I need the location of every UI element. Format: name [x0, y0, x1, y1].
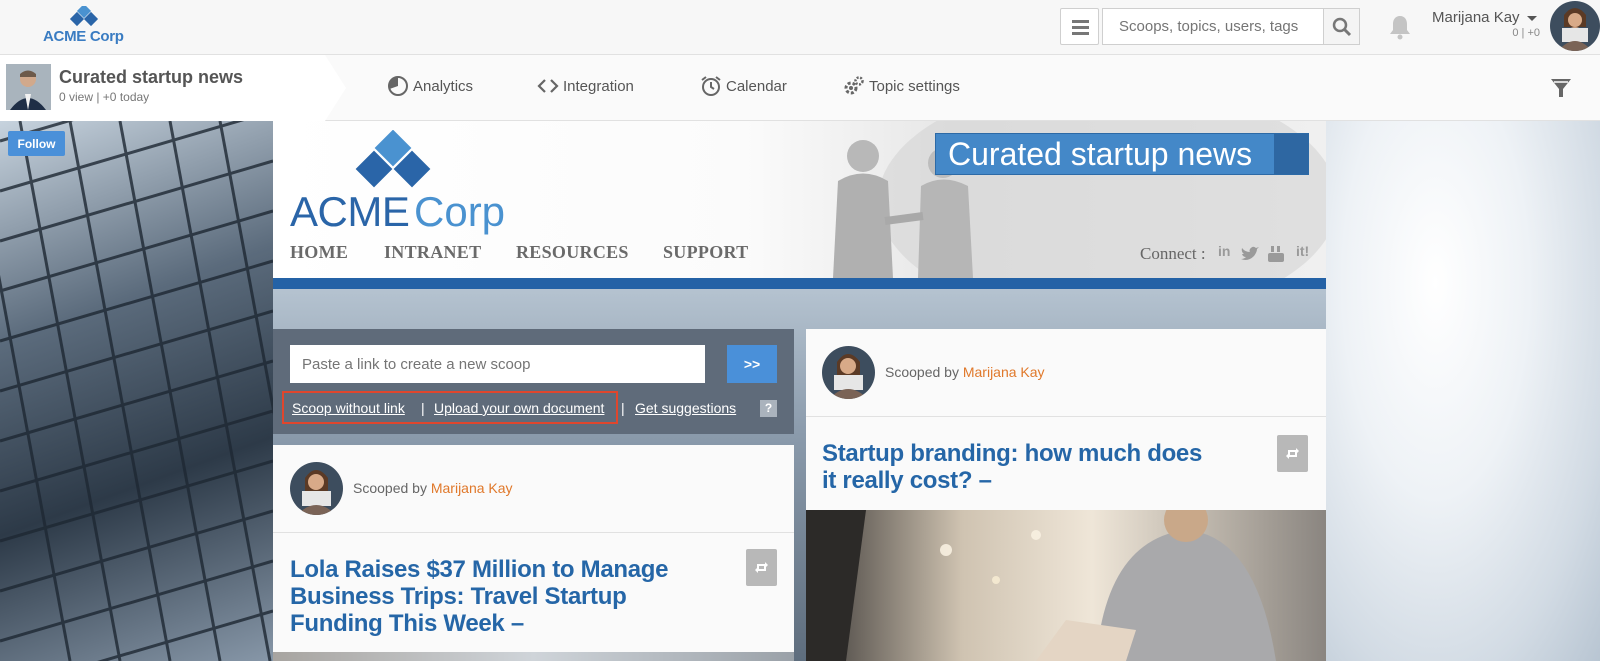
notification-bell-icon[interactable]: [1386, 13, 1414, 41]
post-image[interactable]: [273, 652, 794, 661]
rescoop-button[interactable]: [746, 549, 777, 586]
topic-stats: 0 view | +0 today: [59, 90, 150, 104]
search-button[interactable]: [1323, 8, 1360, 45]
sky-background-image: [1326, 121, 1600, 661]
rescoop-icon: [1286, 448, 1299, 459]
analytics-nav[interactable]: Analytics: [387, 75, 473, 97]
rescoop-icon: [755, 562, 768, 573]
alarm-clock-icon: [701, 76, 721, 96]
topic-header[interactable]: Curated startup news 0 view | +0 today: [0, 55, 346, 121]
scooped-by-text: Scooped by Marijana Kay: [885, 364, 1045, 380]
rescoop-button[interactable]: [1277, 435, 1308, 472]
separator: |: [621, 400, 625, 416]
calendar-label: Calendar: [726, 77, 787, 95]
follow-button[interactable]: Follow: [8, 131, 65, 156]
post-title-line: Startup branding: how much does: [822, 440, 1203, 467]
scooped-by-text: Scooped by Marijana Kay: [353, 480, 513, 496]
building-background-image: [0, 121, 273, 661]
post-image[interactable]: [806, 510, 1326, 661]
youtube-icon[interactable]: [1267, 245, 1285, 266]
help-icon[interactable]: ?: [760, 400, 777, 417]
user-stats: 0 | +0: [1512, 27, 1540, 39]
author-avatar[interactable]: [822, 346, 875, 399]
post-title-line: Business Trips: Travel Startup: [290, 583, 627, 610]
topic-bar: Curated startup news 0 view | +0 today A…: [0, 55, 1600, 121]
logo-text: ACME Corp: [43, 28, 124, 45]
integration-nav[interactable]: Integration: [537, 75, 634, 97]
acme-logo[interactable]: ACME Corp: [40, 6, 125, 48]
post-title-line: Lola Raises $37 Million to Manage: [290, 556, 669, 583]
topic-settings-nav[interactable]: Topic settings: [843, 75, 960, 97]
menu-button[interactable]: [1060, 8, 1099, 45]
banner-title: Curated startup news: [948, 136, 1253, 172]
banner-logo-word-acme: ACME: [290, 188, 410, 235]
author-link[interactable]: Marijana Kay: [963, 364, 1045, 380]
post-title-line: Funding This Week –: [290, 610, 524, 637]
author-avatar[interactable]: [290, 462, 343, 515]
topic-thumbnail: [6, 64, 51, 110]
linkedin-icon[interactable]: in: [1218, 243, 1230, 259]
upload-document-link[interactable]: Upload your own document: [434, 400, 604, 416]
banner-nav-intranet[interactable]: INTRANET: [384, 242, 481, 263]
separator: |: [421, 400, 425, 416]
post-title[interactable]: Lola Raises $37 Million to Manage Busine…: [290, 556, 669, 637]
get-suggestions-link[interactable]: Get suggestions: [635, 400, 736, 416]
topic-title[interactable]: Curated startup news: [59, 67, 243, 88]
post-title-line: it really cost? –: [822, 467, 992, 494]
analytics-label: Analytics: [413, 77, 474, 95]
scoop-submit-button[interactable]: >>: [727, 345, 777, 383]
author-link[interactable]: Marijana Kay: [431, 480, 513, 496]
scooped-by-prefix: Scooped by: [885, 364, 959, 380]
search-icon: [1332, 17, 1352, 37]
banner-title-box: Curated startup news: [935, 133, 1309, 175]
user-name[interactable]: Marijana Kay: [1432, 9, 1520, 26]
scoop-without-link[interactable]: Scoop without link: [292, 400, 405, 416]
user-avatar[interactable]: [1550, 1, 1600, 51]
banner-nav-home[interactable]: HOME: [290, 242, 348, 263]
scoopit-icon[interactable]: it!: [1296, 243, 1309, 259]
chevron-down-icon[interactable]: [1527, 16, 1537, 21]
filter-icon[interactable]: [1549, 76, 1573, 105]
topic-settings-label: Topic settings: [869, 77, 960, 95]
banner-divider: [273, 278, 1326, 289]
post-title[interactable]: Startup branding: how much does it reall…: [822, 440, 1202, 494]
banner-nav-resources[interactable]: RESOURCES: [516, 242, 629, 263]
top-navigation-bar: ACME Corp Marijana Kay 0 | +0: [0, 0, 1600, 55]
integration-label: Integration: [563, 77, 634, 95]
post-card: Scooped by Marijana Kay Lola Raises $37 …: [273, 445, 794, 661]
banner-logo-word-corp: Corp: [414, 188, 506, 235]
logo-diamonds-icon: [69, 6, 99, 27]
scoop-link-input[interactable]: [290, 345, 705, 383]
search-input[interactable]: [1102, 8, 1324, 45]
connect-label: Connect :: [1140, 244, 1206, 263]
banner-acme-logo: ACME Corp: [290, 130, 520, 240]
gear-icon: [844, 76, 864, 95]
twitter-icon[interactable]: [1240, 246, 1260, 265]
banner-nav-support[interactable]: SUPPORT: [663, 242, 748, 263]
calendar-nav[interactable]: Calendar: [700, 75, 787, 97]
code-icon: [537, 79, 559, 93]
pie-chart-icon: [388, 76, 408, 96]
scooped-by-prefix: Scooped by: [353, 480, 427, 496]
